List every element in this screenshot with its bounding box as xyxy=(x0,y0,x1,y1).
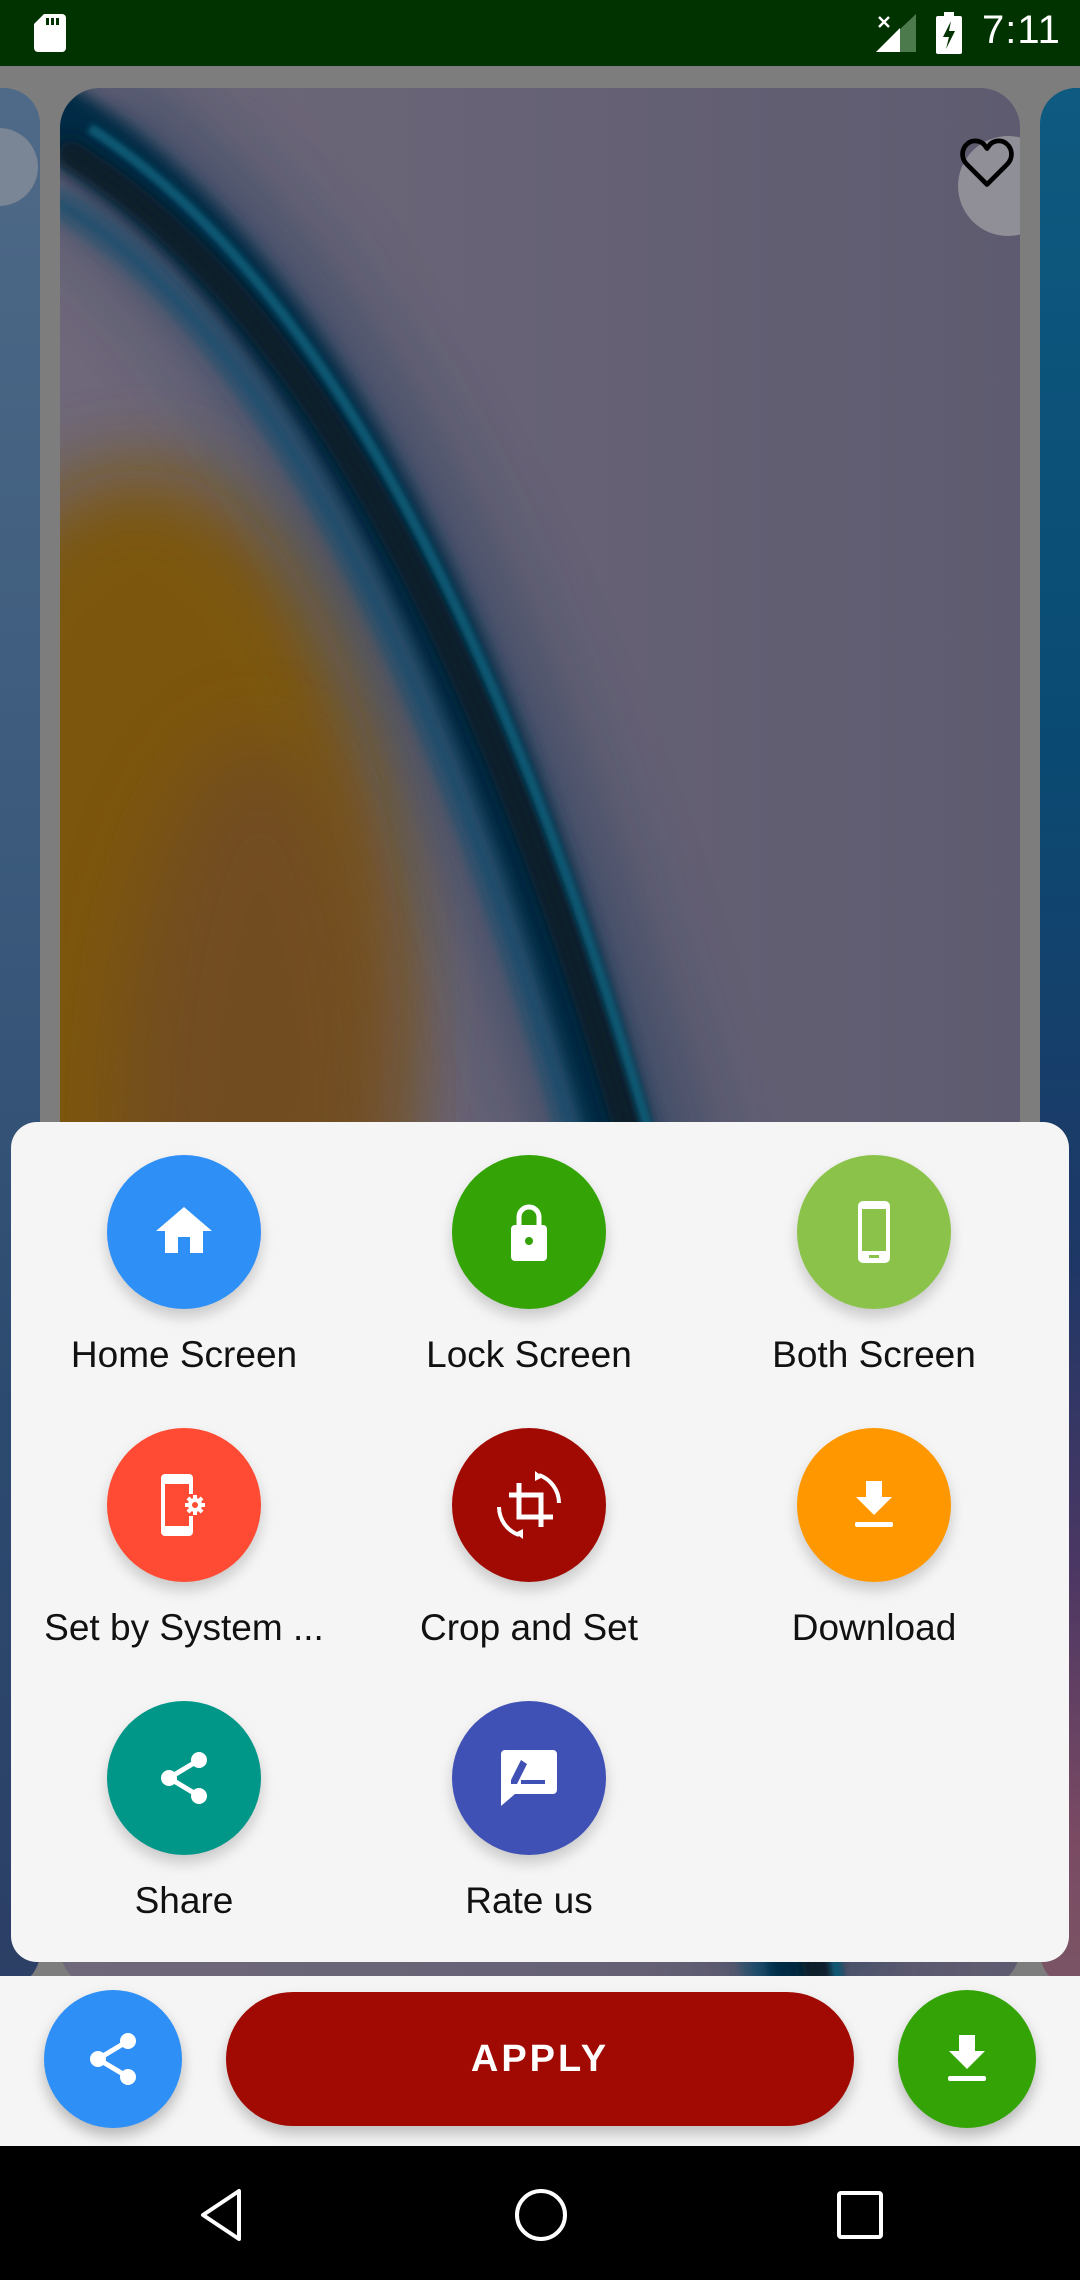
recents-button[interactable] xyxy=(825,2180,895,2250)
option-lock-screen[interactable]: Lock Screen xyxy=(356,1122,702,1382)
share-icon xyxy=(161,1752,207,1804)
option-share[interactable]: Share xyxy=(11,1668,357,1928)
option-label: Lock Screen xyxy=(426,1334,632,1375)
share-icon xyxy=(90,2033,136,2085)
signal-no-service-icon xyxy=(876,14,916,52)
home-icon xyxy=(156,1207,212,1253)
battery-charging-icon xyxy=(936,12,962,54)
sd-card-icon xyxy=(34,14,66,52)
option-label: Download xyxy=(791,1607,957,1648)
status-bar: 7:11 xyxy=(0,0,1080,66)
back-button[interactable] xyxy=(186,2180,256,2250)
download-option-button[interactable] xyxy=(797,1428,951,1582)
lock-screen-button[interactable] xyxy=(452,1155,606,1309)
previous-favorite-button xyxy=(0,128,38,206)
home-button[interactable] xyxy=(506,2180,576,2250)
apply-button[interactable]: APPLY xyxy=(226,1992,854,2126)
rate-us-button[interactable] xyxy=(452,1701,606,1855)
home-screen-button[interactable] xyxy=(107,1155,261,1309)
set-by-system-button[interactable] xyxy=(107,1428,261,1582)
action-bar: APPLY xyxy=(0,1976,1080,2146)
download-button[interactable] xyxy=(898,1990,1036,2128)
phone-settings-icon xyxy=(161,1474,207,1536)
option-download[interactable]: Download xyxy=(701,1395,1047,1655)
back-icon xyxy=(201,2189,241,2241)
option-home-screen[interactable]: Home Screen xyxy=(11,1122,357,1382)
crop-and-set-button[interactable] xyxy=(452,1428,606,1582)
download-icon xyxy=(855,1481,893,1527)
navigation-bar xyxy=(0,2146,1080,2280)
share-button[interactable] xyxy=(44,1990,182,2128)
rate-review-icon xyxy=(501,1750,557,1806)
option-label: Rate us xyxy=(465,1880,593,1921)
download-icon xyxy=(948,2035,986,2081)
both-screen-button[interactable] xyxy=(797,1155,951,1309)
option-rate-us[interactable]: Rate us xyxy=(356,1668,702,1928)
home-circle-icon xyxy=(515,2189,567,2241)
option-crop-and-set[interactable]: Crop and Set xyxy=(356,1395,702,1655)
clock: 7:11 xyxy=(982,8,1061,52)
option-set-by-system[interactable]: Set by System ... xyxy=(11,1395,357,1655)
crop-rotate-icon xyxy=(497,1471,561,1539)
heart-outline-icon xyxy=(960,138,1014,187)
option-label: Home Screen xyxy=(70,1334,298,1375)
option-label: Crop and Set xyxy=(419,1607,639,1648)
wallpaper-pager[interactable]: Home Screen Lock Screen Both Screen Set … xyxy=(0,66,1080,1976)
share-option-button[interactable] xyxy=(107,1701,261,1855)
option-label: Set by System ... xyxy=(44,1607,324,1648)
smartphone-icon xyxy=(858,1201,890,1263)
option-label: Share xyxy=(134,1880,234,1921)
recents-icon xyxy=(837,2191,883,2239)
set-wallpaper-sheet: Home Screen Lock Screen Both Screen Set … xyxy=(11,1122,1069,1962)
lock-icon xyxy=(511,1204,547,1261)
option-label: Both Screen xyxy=(772,1334,976,1375)
option-both-screen[interactable]: Both Screen xyxy=(701,1122,1047,1382)
